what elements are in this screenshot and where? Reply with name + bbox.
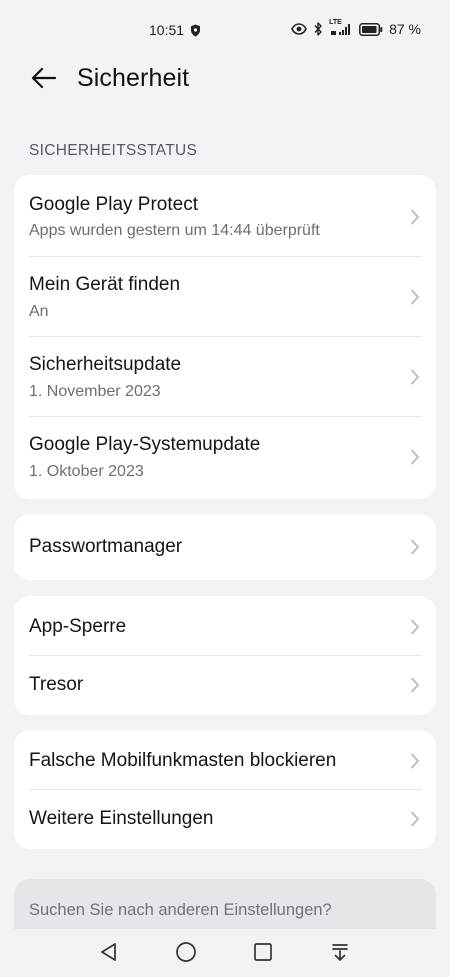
list-item-vault[interactable]: Tresor [14, 655, 436, 715]
list-item-subtitle: An [29, 303, 49, 320]
app-header: Sicherheit [0, 58, 450, 102]
list-item-title: Sicherheitsupdate [29, 354, 182, 375]
nav-notifications-button[interactable] [327, 941, 353, 967]
bluetooth-icon [313, 22, 323, 36]
app-lock-card: App-Sperre Tresor [14, 596, 436, 715]
chevron-right-icon [410, 619, 420, 635]
list-item-google-play-protect[interactable]: Google Play Protect Apps wurden gestern … [14, 175, 436, 256]
list-item-title: App-Sperre [29, 616, 127, 637]
status-bar: 10:51 LTE 87 % [0, 0, 450, 60]
section-label-security-status: SICHERHEITSSTATUS [29, 142, 198, 159]
password-manager-card: Passwortmanager [14, 514, 436, 580]
list-item-google-play-system-update[interactable]: Google Play-Systemupdate 1. Oktober 2023 [14, 416, 436, 499]
list-item-subtitle: 1. November 2023 [29, 383, 161, 400]
list-item-subtitle: Apps wurden gestern um 14:44 überprüft [29, 222, 320, 239]
chevron-right-icon [410, 811, 420, 827]
chevron-right-icon [410, 289, 420, 305]
square-recents-icon [253, 942, 273, 967]
nav-back-button[interactable] [96, 941, 122, 967]
list-item-password-manager[interactable]: Passwortmanager [14, 514, 436, 580]
chevron-right-icon [410, 539, 420, 555]
chevron-right-icon [410, 449, 420, 465]
list-item-subtitle: 1. Oktober 2023 [29, 463, 144, 480]
triangle-back-icon [99, 942, 119, 967]
chevron-right-icon [410, 369, 420, 385]
misc-settings-card: Falsche Mobilfunkmasten blockieren Weite… [14, 730, 436, 849]
chevron-right-icon [410, 209, 420, 225]
security-settings-screen: 10:51 LTE 87 % Sicherheit SICHERHEITSSTA… [0, 0, 450, 977]
list-item-title: Mein Gerät finden [29, 274, 181, 295]
battery-icon [359, 22, 383, 36]
page-title: Sicherheit [77, 64, 190, 92]
chevron-right-icon [410, 677, 420, 693]
shield-status-icon [190, 24, 201, 37]
list-item-block-fake-base-stations[interactable]: Falsche Mobilfunkmasten blockieren [14, 730, 436, 789]
list-item-title: Google Play-Systemupdate [29, 434, 261, 455]
status-time: 10:51 [149, 22, 185, 38]
arrow-left-icon [30, 67, 57, 94]
circle-home-icon [175, 941, 197, 968]
list-item-title: Tresor [29, 674, 84, 695]
list-item-title: Passwortmanager [29, 536, 183, 557]
pull-down-icon [330, 942, 350, 967]
system-navigation-bar [0, 929, 450, 977]
battery-percent: 87 % [389, 21, 421, 37]
chevron-right-icon [410, 753, 420, 769]
list-item-find-my-device[interactable]: Mein Gerät finden An [14, 256, 436, 336]
back-button[interactable] [26, 64, 60, 96]
list-item-security-update[interactable]: Sicherheitsupdate 1. November 2023 [14, 336, 436, 416]
eye-icon [291, 23, 307, 35]
list-item-title: Falsche Mobilfunkmasten blockieren [29, 750, 337, 771]
security-status-card: Google Play Protect Apps wurden gestern … [14, 175, 436, 499]
signal-icon: LTE [329, 19, 353, 36]
list-item-title: Weitere Einstellungen [29, 808, 214, 829]
list-item-app-lock[interactable]: App-Sperre [14, 596, 436, 655]
nav-recents-button[interactable] [250, 941, 276, 967]
search-placeholder: Suchen Sie nach anderen Einstellungen? [29, 901, 332, 919]
list-item-title: Google Play Protect [29, 194, 198, 215]
nav-home-button[interactable] [173, 941, 199, 967]
list-item-more-settings[interactable]: Weitere Einstellungen [14, 789, 436, 849]
